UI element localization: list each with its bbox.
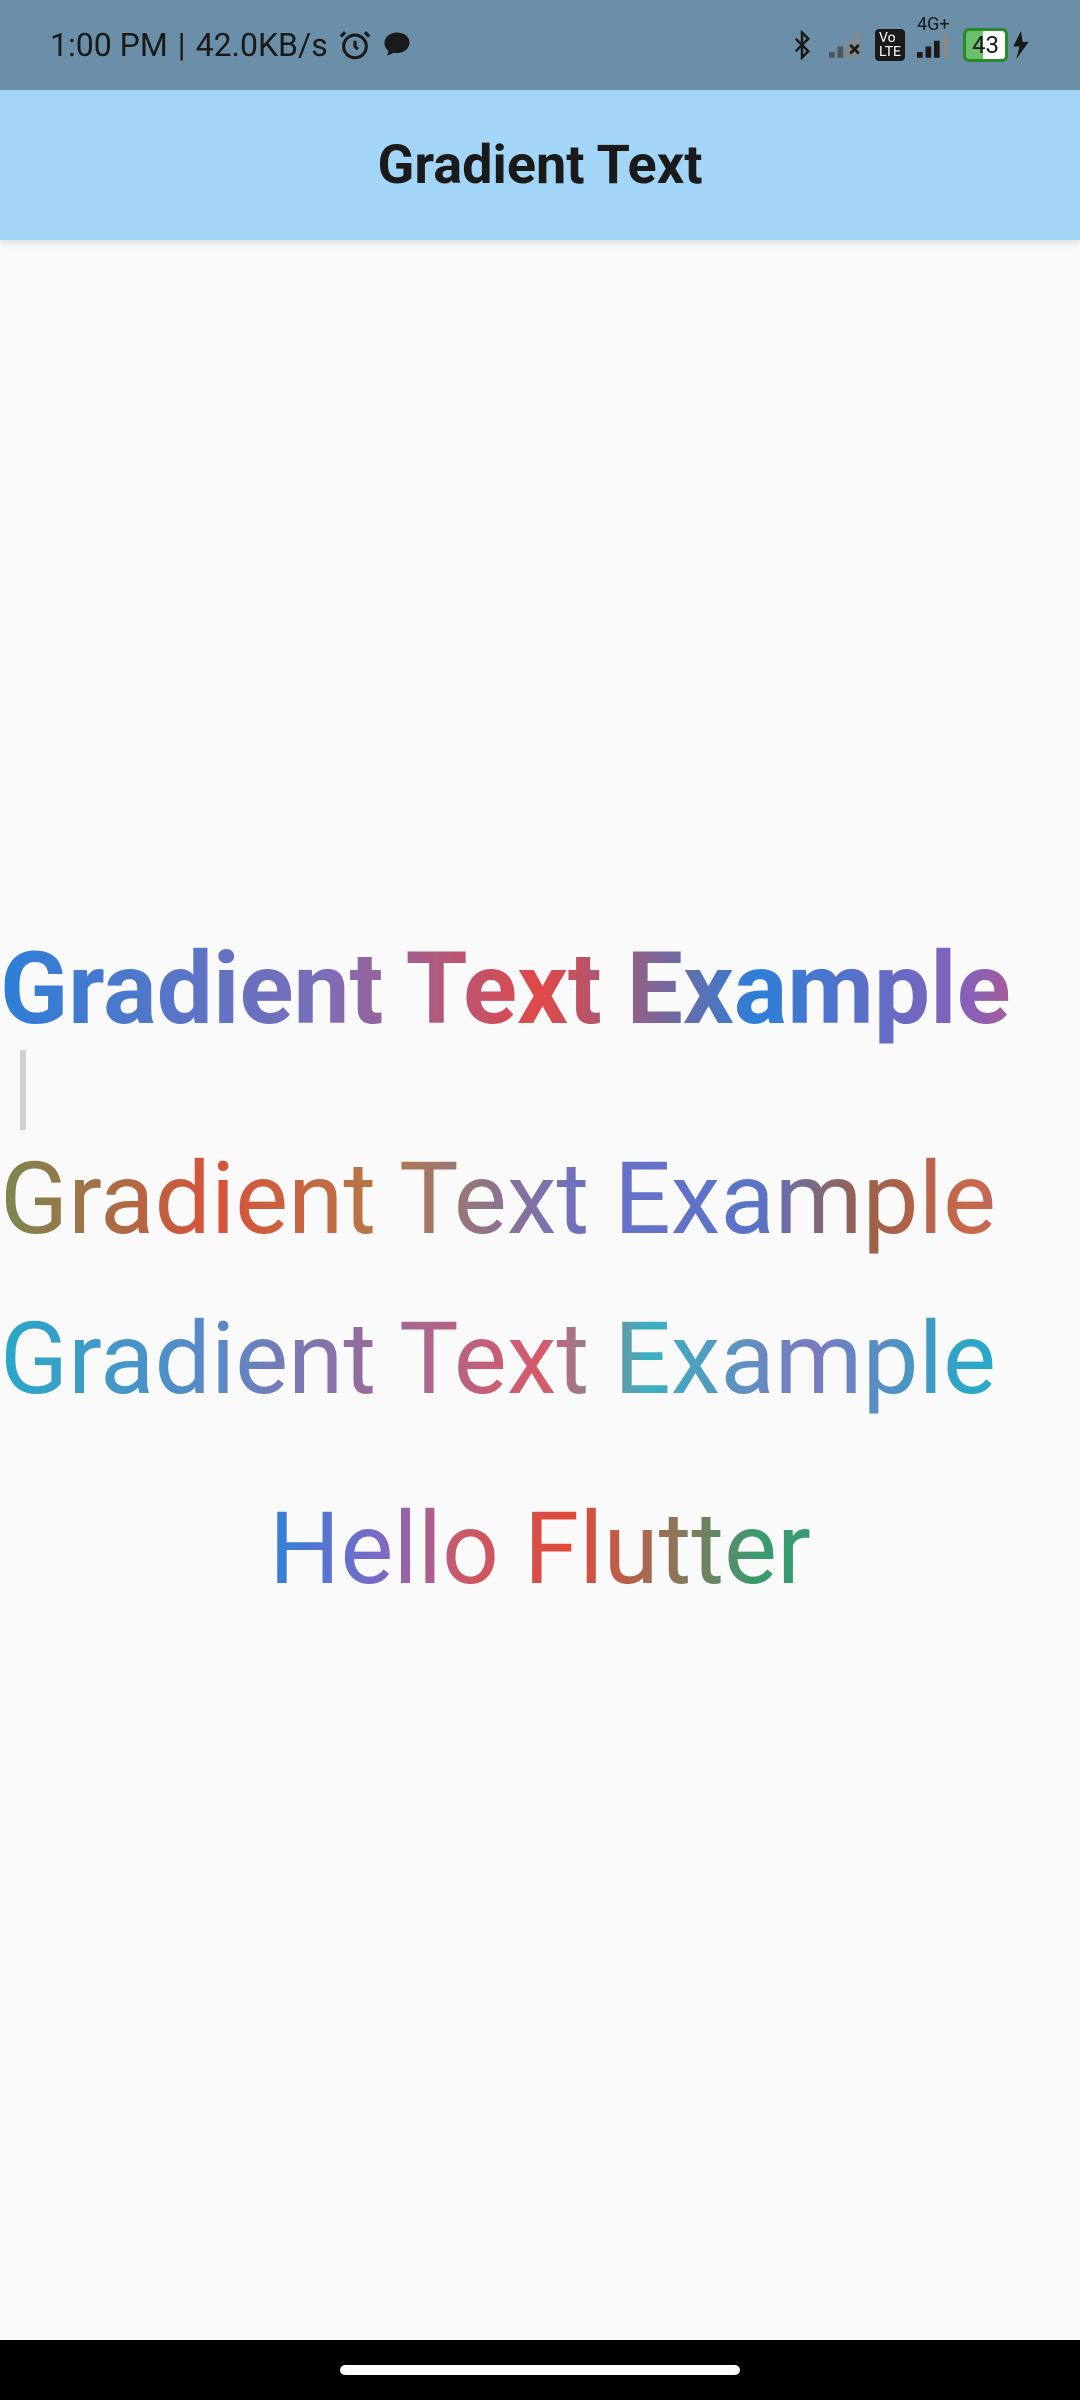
divider-stub: [20, 1050, 26, 1130]
content-area: Gradient Text Example Gradient Text Exam…: [0, 240, 1080, 2340]
status-time: 1:00 PM: [50, 26, 168, 64]
gradient-text-4-wrap: Hello Flutter: [0, 1490, 1080, 1650]
alarm-icon: [338, 28, 372, 62]
gradient-text-1: Gradient Text Example: [0, 930, 1080, 1050]
status-speed: 42.0KB/s: [196, 26, 328, 64]
battery-indicator: 43: [963, 28, 1030, 62]
app-bar: Gradient Text: [0, 90, 1080, 240]
gradient-text-2: Gradient Text Example: [0, 1140, 1080, 1260]
gradient-text-3: Gradient Text Example: [0, 1300, 1080, 1420]
home-indicator[interactable]: [340, 2365, 740, 2375]
bluetooth-icon: [787, 30, 817, 60]
status-left: 1:00 PM | 42.0KB/s: [50, 26, 412, 64]
gradient-text-4: Hello Flutter: [269, 1490, 811, 1610]
signal-1-icon: [829, 32, 863, 58]
app-bar-title: Gradient Text: [378, 134, 703, 197]
navigation-bar[interactable]: [0, 2340, 1080, 2400]
status-divider: |: [178, 26, 186, 64]
network-type: 4G+: [917, 14, 950, 35]
status-right: VoLTE 4G+ 43: [787, 28, 1030, 62]
signal-2-icon: 4G+: [917, 32, 951, 58]
battery-percent: 43: [963, 28, 1008, 62]
volte-icon: VoLTE: [875, 29, 905, 61]
charging-icon: [1012, 31, 1030, 59]
chat-icon: [382, 30, 412, 60]
status-bar: 1:00 PM | 42.0KB/s: [0, 0, 1080, 90]
